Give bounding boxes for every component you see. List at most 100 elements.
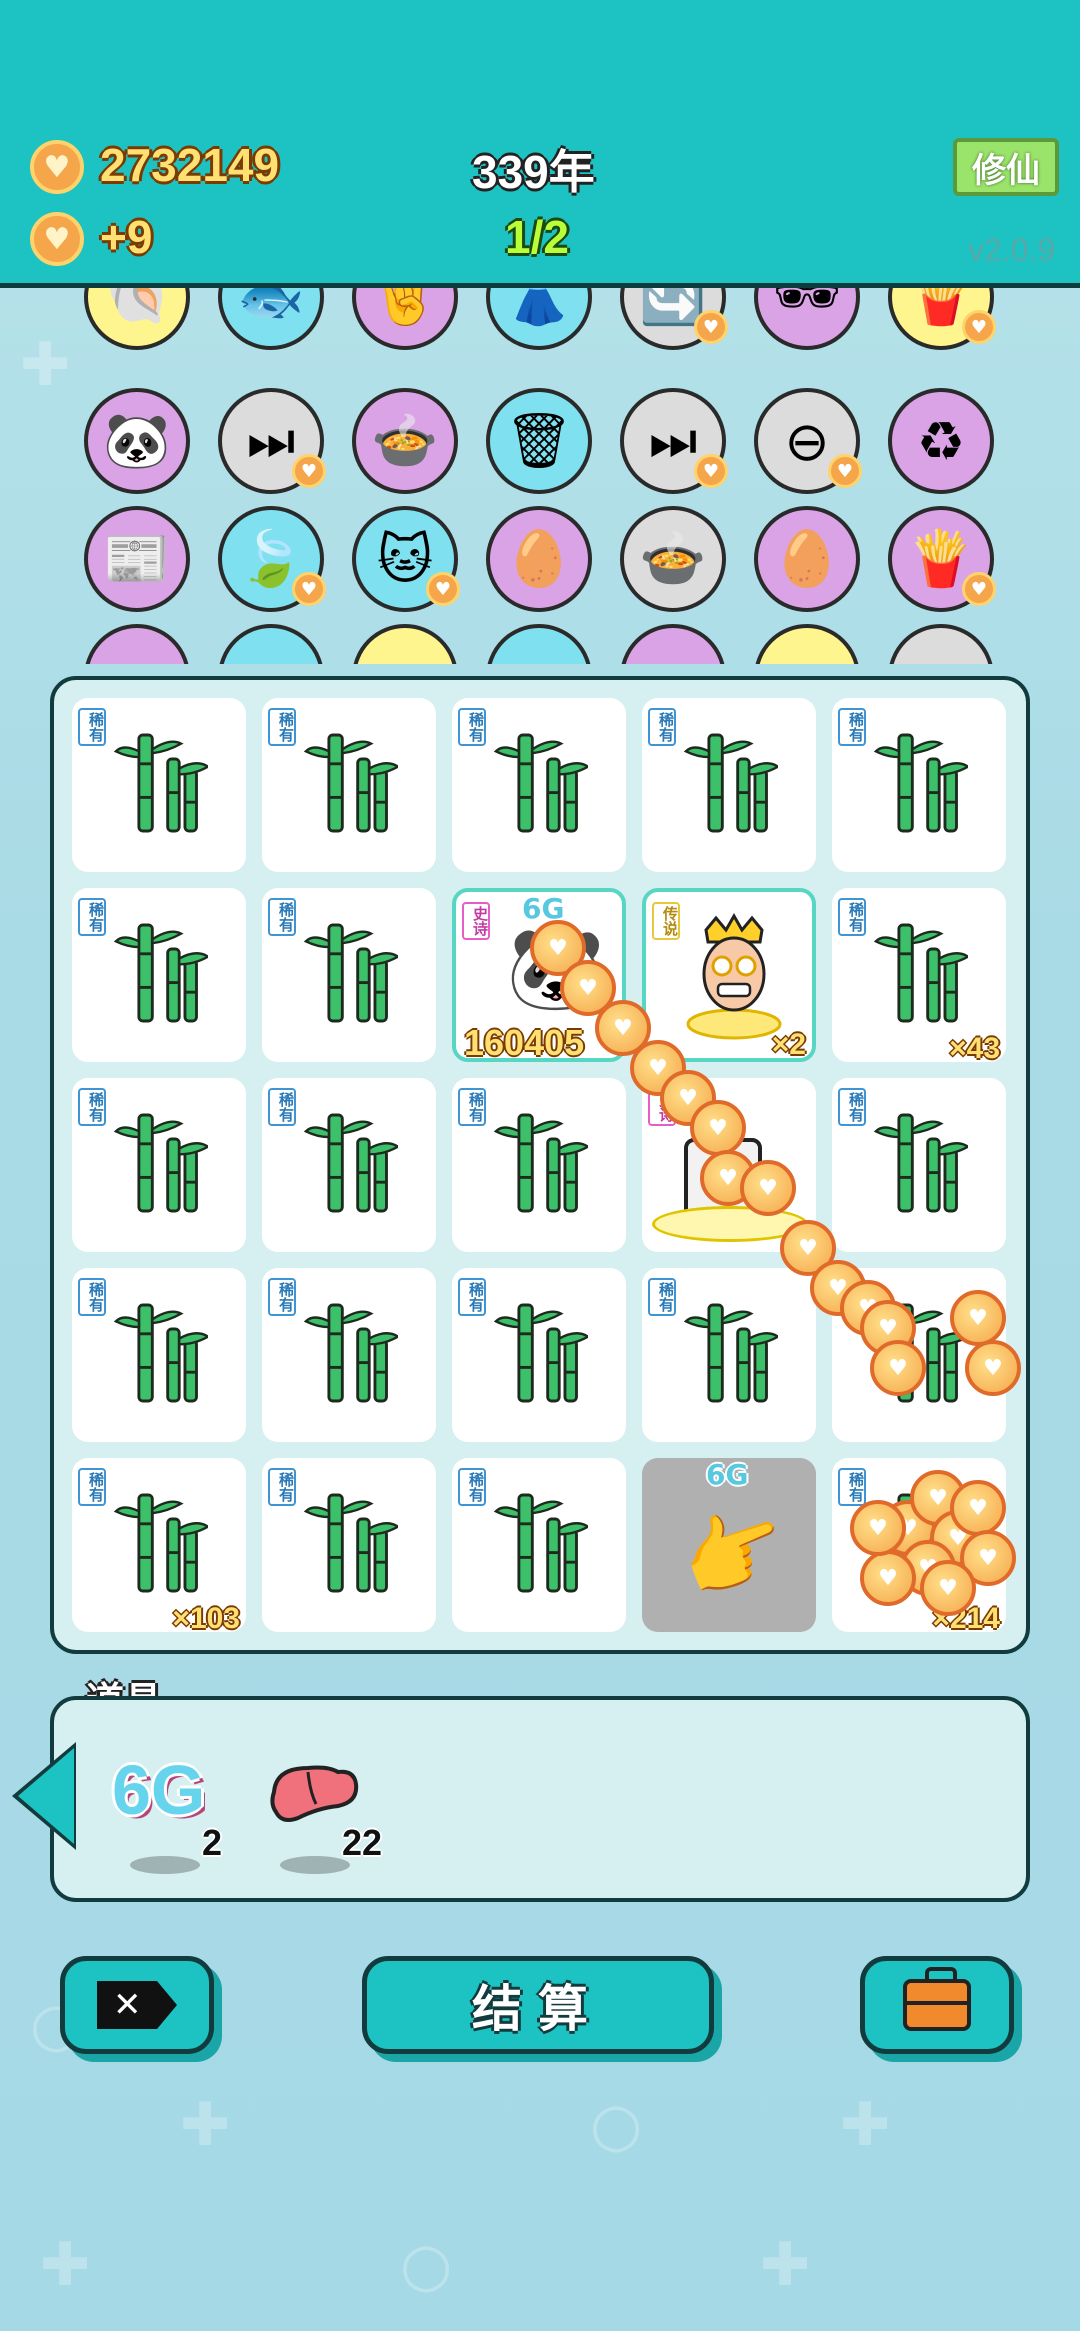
rarity-tag-rare: 稀有 [268,1468,296,1506]
bg-deco: ○ [590,2090,643,2160]
symbol-icon [754,624,860,664]
rarity-tag-rare: 稀有 [78,1278,106,1316]
symbol-icon [352,624,458,664]
item-shadow [130,1856,200,1874]
version-label: v2.0.9 [968,232,1056,268]
rarity-tag-rare: 稀有 [648,1278,676,1316]
rarity-tag-rare: 稀有 [458,1088,486,1126]
cell-count: ×43 [949,1032,1000,1065]
rarity-tag-rare: 稀有 [458,1278,486,1316]
rarity-tag-rare: 稀有 [78,1468,106,1506]
flying-coin-icon: ♥ [920,1560,976,1616]
bamboo-icon [114,1303,208,1403]
rarity-tag-rare: 稀有 [78,708,106,746]
epic-cell-value: 160405 [464,1022,585,1063]
board-cell-bamboo: 稀有 ×103 [72,1458,246,1635]
coin-icon: ♥ [30,212,84,266]
rock-hand-icon: 🤘 [352,288,458,350]
board-cell-legend-king: 传说 ×2 [642,888,816,1062]
egg-icon: 🥚 [754,506,860,612]
liver-item-count: 22 [342,1822,383,1863]
skip-icon: ⏭ ♥ [620,388,728,494]
inventory-button[interactable] [860,1956,1014,2054]
board-cell-bamboo: 稀有 [452,698,626,872]
cat-icon: 🐱 ♥ [352,506,460,612]
rarity-tag-legend: 传说 [652,902,680,940]
rarity-tag-rare: 稀有 [838,1088,866,1126]
board-cell-bamboo: 稀有 [72,888,246,1062]
flying-coin-icon: ♥ [850,1500,906,1556]
rarity-tag-rare: 稀有 [648,708,676,746]
board-cell-bamboo: 稀有 [832,1078,1006,1252]
rarity-tag-rare: 稀有 [458,708,486,746]
minus-icon: ⊖ ♥ [754,388,862,494]
symbol-icon [486,624,592,664]
symbol-icon [888,624,994,664]
sixg-item-count: 2 [202,1822,223,1863]
board-cell-bamboo: 稀有 [72,698,246,872]
garbage-bag-icon: 🗑 [486,388,592,494]
flying-coin-icon: ♥ [690,1100,746,1156]
flying-coin-icon: ♥ [870,1340,926,1396]
year-counter: 339年 [472,146,595,198]
board-cell-bamboo: 稀有 [262,1078,436,1252]
rarity-tag-rare: 稀有 [268,708,296,746]
board-cell-bamboo: 稀有 [262,1268,436,1442]
skip-icon: ⏭ ♥ [218,388,326,494]
sunglasses-icon: 🕶 [754,288,860,350]
board-cell-bamboo: 稀有 ×43 [832,888,1006,1065]
round-counter: 1/2 [505,211,569,263]
board-cell-bamboo: 稀有 [72,1268,246,1442]
liver-item-icon[interactable] [268,1762,360,1826]
bamboo-icon [494,733,588,833]
skirt-icon: 👗 [486,288,592,350]
board-cell-bamboo: 稀有 [452,1268,626,1442]
rarity-tag-rare: 稀有 [268,898,296,936]
rarity-tag-rare: 稀有 [78,898,106,936]
rarity-tag-rare: 稀有 [838,1468,866,1506]
flying-coin-icon: ♥ [740,1160,796,1216]
bamboo-icon [494,1303,588,1403]
prev-arrow-icon[interactable] [18,1748,74,1844]
board-cell-bamboo: 稀有 [262,888,436,1062]
settle-button[interactable]: 结算 [362,1956,714,2054]
recycle-refresh-icon: 🔄 ♥ [620,288,728,350]
board-cell-bamboo: 稀有 [452,1078,626,1252]
coin-total: 2732149 [100,139,280,191]
settle-label: 结算 [472,1980,604,2038]
bamboo-icon [874,733,968,833]
rarity-tag-rare: 稀有 [268,1278,296,1316]
bamboo-icon [874,923,968,1023]
bamboo-icon [304,923,398,1023]
board-cell-bamboo: 稀有 [832,698,1006,872]
bg-deco: ✚ [840,2090,891,2160]
pot-duck-icon: 🍲 [352,388,458,494]
rarity-tag-rare: 稀有 [838,708,866,746]
bg-deco: ✚ [760,2230,811,2300]
board-cell-bamboo: 稀有 [642,698,816,872]
time-magazine-icon: 📰 [84,506,190,612]
king-face-icon [684,912,784,1042]
sixg-item-icon[interactable]: 6G [112,1750,205,1830]
flying-coin-icon: ♥ [950,1480,1006,1536]
symbol-icon [84,624,190,664]
symbol-icon [620,624,726,664]
remove-button[interactable]: ✕ [60,1956,214,2054]
shell-icon: 🐚 [84,288,190,350]
briefcase-icon [903,1967,971,2031]
bamboo-icon [684,1303,778,1403]
symbol-pool[interactable]: 🐚 🐟 🤘 👗 🔄 ♥ 🕶 🍟 ♥ 🐼 ⏭ ♥ 🍲 🗑 ⏭ ♥ ⊖ ♥ ♻ 📰 🍃 ♥ 🐱 ♥… [0,288,1080,664]
fries-icon: 🍟 ♥ [888,288,996,350]
rarity-tag-rare: 稀有 [78,1088,106,1126]
xiuxian-button[interactable]: 修仙 [953,138,1059,196]
bamboo-icon [114,1113,208,1213]
flying-coin-icon: ♥ [965,1340,1021,1396]
coin-rate: +9 [100,211,153,263]
rarity-tag-epic: 史诗 [462,902,490,940]
egg-icon: 🥚 [486,506,592,612]
bg-deco: ✚ [180,2090,231,2160]
panda-icon: 🐼 [84,388,190,494]
pot-duck-icon: 🍲 [620,506,726,612]
flying-coin-icon: ♥ [950,1290,1006,1346]
bg-deco: ✚ [40,2230,91,2300]
